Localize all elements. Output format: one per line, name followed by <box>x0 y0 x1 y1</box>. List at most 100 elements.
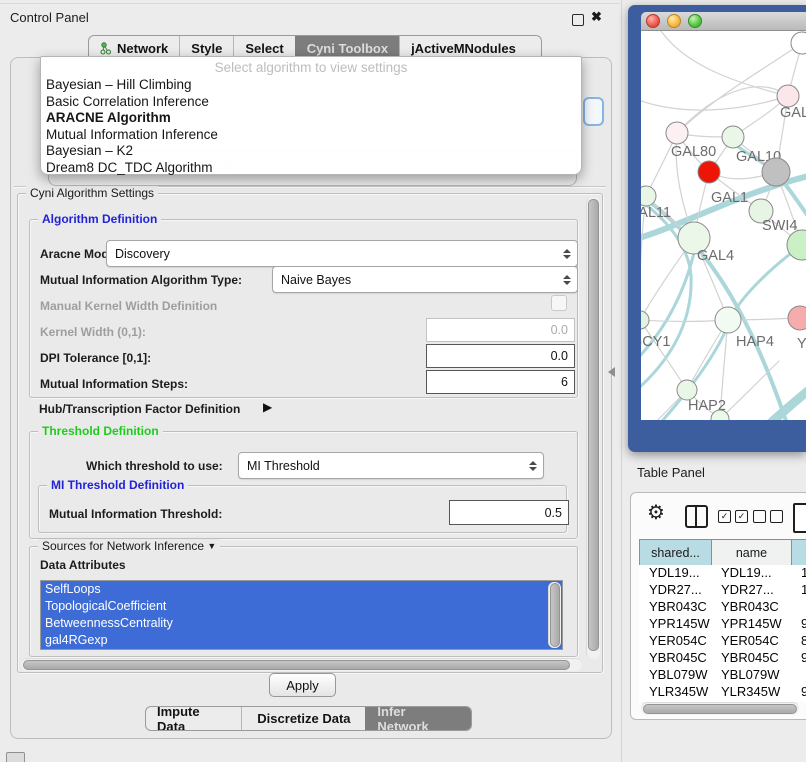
table-cell[interactable]: YDR27... <box>639 582 711 599</box>
dpi-tolerance-input[interactable]: 0.0 <box>426 344 575 368</box>
apply-button[interactable]: Apply <box>269 673 336 697</box>
network-node-gal[interactable] <box>777 85 799 107</box>
focus-ring-ghost[interactable] <box>583 97 604 126</box>
table-cell[interactable]: YLR345W <box>639 684 711 701</box>
table-cell[interactable]: YDR27... <box>711 582 791 599</box>
table-cell[interactable]: YDL19... <box>639 565 711 582</box>
table-cell[interactable]: YPR145W <box>711 616 791 633</box>
settings-vertical-scrollbar[interactable] <box>586 197 600 659</box>
table-cell[interactable]: 13 <box>791 565 806 582</box>
minimize-window-icon[interactable] <box>667 14 681 28</box>
stepper-icon[interactable] <box>563 249 571 259</box>
column-header[interactable] <box>792 540 806 566</box>
network-node-gal80[interactable] <box>666 122 688 144</box>
network-canvas[interactable]: GALGAL80GAL10GAL1GAL11SWI4GAL4GCY1HAP4YH… <box>641 31 806 420</box>
network-node-gal11[interactable] <box>641 186 656 206</box>
table-cell[interactable]: YDL19... <box>711 565 791 582</box>
table-row[interactable]: YBR043CYBR043C <box>639 599 806 616</box>
which-threshold-select[interactable]: MI Threshold <box>238 452 544 479</box>
table-cell[interactable]: 9. <box>791 650 806 667</box>
table-cell[interactable]: YLR345W <box>711 684 791 701</box>
network-edge[interactable] <box>791 411 806 420</box>
algorithm-option[interactable]: Mutual Information Inference <box>41 127 581 144</box>
attribute-item[interactable]: SelfLoops <box>41 581 562 598</box>
network-edge[interactable] <box>720 361 779 419</box>
table-cell[interactable]: YBL079W <box>639 667 711 684</box>
table-row[interactable]: YPR145WYPR145W9. <box>639 616 806 633</box>
new-table-icon[interactable] <box>793 503 806 533</box>
minimized-panel-icon[interactable] <box>6 752 25 762</box>
table-row[interactable]: YDR27...YDR27...12 <box>639 582 806 599</box>
table-cell[interactable]: 9. <box>791 684 806 701</box>
table-row[interactable]: YBR045CYBR045C9. <box>639 650 806 667</box>
tab-impute-data[interactable]: Impute Data <box>146 707 241 730</box>
expand-arrow-icon[interactable]: ▶ <box>263 400 272 414</box>
network-edge[interactable] <box>661 31 788 96</box>
table-cell[interactable]: YER054C <box>639 633 711 650</box>
column-header[interactable]: name <box>712 540 792 566</box>
network-edge[interactable] <box>729 371 806 420</box>
splitter-collapse-icon[interactable] <box>608 367 615 377</box>
network-node-gal1[interactable] <box>698 161 720 183</box>
stepper-icon[interactable] <box>563 275 571 285</box>
algorithm-option[interactable]: Bayesian – Hill Climbing <box>41 77 581 94</box>
hide-columns-icon[interactable] <box>753 510 783 523</box>
close-panel-icon[interactable]: ✖ <box>591 9 602 25</box>
table-cell[interactable]: 12 <box>791 582 806 599</box>
tab-discretize-data[interactable]: Discretize Data <box>241 707 365 730</box>
table-cell[interactable]: 9. <box>791 616 806 633</box>
table-row[interactable]: YLR345WYLR345W9. <box>639 684 806 701</box>
table-cell[interactable]: YBR043C <box>639 599 711 616</box>
kernel-width-input[interactable]: 0.0 <box>426 318 575 342</box>
float-panel-icon[interactable] <box>572 14 584 26</box>
table-cell[interactable]: YPR145W <box>639 616 711 633</box>
attribute-item[interactable]: gal4RGexp <box>41 632 562 649</box>
algorithm-option[interactable]: Basic Correlation Inference <box>41 94 581 111</box>
show-columns-icon[interactable]: ✓ ✓ <box>718 510 748 523</box>
gear-icon[interactable]: ⚙ <box>647 500 665 525</box>
algorithm-option[interactable]: ARACNE Algorithm <box>41 110 581 127</box>
table-cell[interactable] <box>791 599 806 616</box>
mi-type-select[interactable]: Naive Bayes <box>272 266 578 293</box>
table-cell[interactable]: 8. <box>791 633 806 650</box>
network-graph[interactable]: GALGAL80GAL10GAL1GAL11SWI4GAL4GCY1HAP4YH… <box>641 31 806 420</box>
table-row[interactable]: YBL079WYBL079W <box>639 667 806 684</box>
column-header[interactable]: shared... <box>640 540 712 566</box>
network-window[interactable]: GALGAL80GAL10GAL1GAL11SWI4GAL4GCY1HAP4YH… <box>628 5 806 452</box>
mi-threshold-input[interactable]: 0.5 <box>449 500 569 525</box>
close-window-icon[interactable] <box>646 14 660 28</box>
network-node[interactable] <box>791 32 806 54</box>
split-columns-icon[interactable] <box>685 505 708 528</box>
tab-infer-network[interactable]: Infer Network <box>365 707 471 730</box>
data-attributes-list[interactable]: SelfLoopsTopologicalCoefficientBetweenne… <box>40 580 563 650</box>
network-edge[interactable] <box>641 96 788 110</box>
table-row[interactable]: YDL19...YDL19...13 <box>639 565 806 582</box>
table-cell[interactable]: YBR043C <box>711 599 791 616</box>
stepper-icon[interactable] <box>529 461 537 471</box>
zoom-window-icon[interactable] <box>688 14 702 28</box>
attribute-item[interactable]: TopologicalCoefficient <box>41 598 562 615</box>
table-cell[interactable]: YBR045C <box>711 650 791 667</box>
attributes-list-scrollbar[interactable] <box>548 582 561 648</box>
settings-horizontal-scrollbar[interactable] <box>21 658 582 671</box>
network-node-y[interactable] <box>788 306 806 330</box>
network-node[interactable] <box>762 158 790 186</box>
network-node-gcy1[interactable] <box>641 311 649 329</box>
collapse-arrow-icon[interactable]: ▼ <box>207 541 216 551</box>
manual-kernel-checkbox[interactable] <box>551 295 567 311</box>
network-node-gal10[interactable] <box>722 126 744 148</box>
table-cell[interactable]: YBL079W <box>711 667 791 684</box>
aracne-mode-select[interactable]: Discovery <box>106 240 578 267</box>
mi-steps-input[interactable]: 6 <box>426 370 575 394</box>
network-node-hap4[interactable] <box>715 307 741 333</box>
algorithm-option[interactable]: Dream8 DC_TDC Algorithm <box>41 160 581 177</box>
network-node-hap2[interactable] <box>677 380 697 400</box>
table-cell[interactable]: YBR045C <box>639 650 711 667</box>
network-window-titlebar[interactable] <box>641 12 806 31</box>
attribute-item[interactable]: BetweennessCentrality <box>41 615 562 632</box>
table-cell[interactable]: YER054C <box>711 633 791 650</box>
table-cell[interactable] <box>791 667 806 684</box>
table-row[interactable]: YER054CYER054C8. <box>639 633 806 650</box>
table-horizontal-scrollbar[interactable] <box>641 702 799 715</box>
algorithm-option[interactable]: Bayesian – K2 <box>41 143 581 160</box>
